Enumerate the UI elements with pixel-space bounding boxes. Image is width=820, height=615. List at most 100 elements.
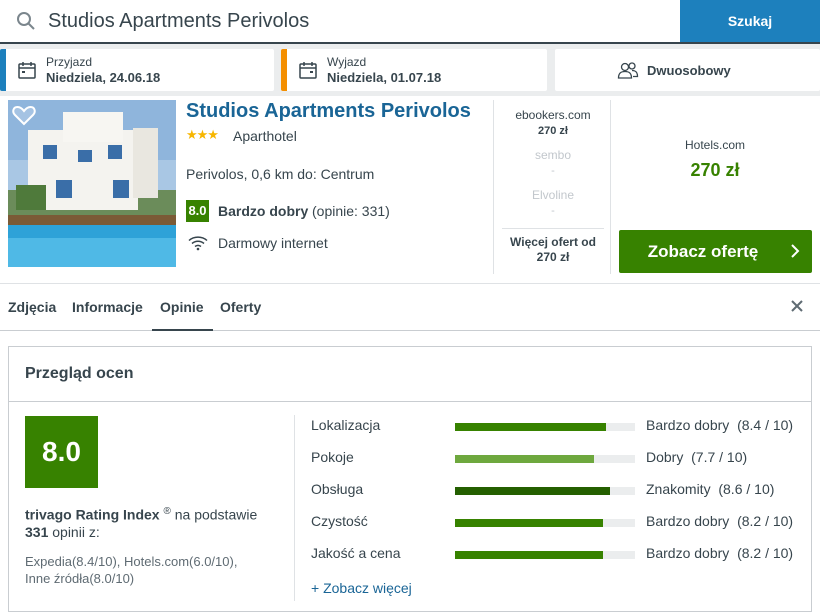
hotel-name[interactable]: Studios Apartments Perivolos	[186, 100, 471, 123]
more-offers-link[interactable]: Więcej ofert od 270 zł	[502, 228, 604, 265]
category-word: Dobry	[646, 449, 684, 465]
category-rating: Bardzo dobry (8.2 / 10)	[646, 513, 793, 529]
category-bar-fill	[455, 455, 594, 463]
offer-item[interactable]: sembo -	[494, 148, 612, 177]
tab-offers[interactable]: Oferty	[220, 299, 261, 315]
tab-reviews[interactable]: Opinie	[160, 299, 204, 315]
offer-site: Elvoline	[531, 188, 575, 202]
index-name: trivago Rating Index	[25, 506, 160, 523]
checkin-value: Niedziela, 24.06.18	[46, 70, 161, 85]
rating-count[interactable]: (opinie: 331)	[312, 203, 390, 219]
category-word: Bardzo dobry	[646, 417, 730, 433]
category-bar	[455, 423, 635, 431]
tab-photos[interactable]: Zdjęcia	[8, 299, 56, 315]
category-bar	[455, 487, 635, 495]
best-deal-price: 270 zł	[690, 160, 740, 180]
view-deal-label: Zobacz ofertę	[647, 242, 759, 261]
room-type-label: Dwuosobowy	[647, 63, 731, 78]
category-rating: Bardzo dobry (8.2 / 10)	[646, 545, 793, 561]
category-row: Czystość Bardzo dobry (8.2 / 10)	[311, 512, 801, 532]
hotel-photo[interactable]	[8, 100, 176, 267]
offer-item[interactable]: ebookers.com 270 zł	[494, 108, 612, 137]
divider	[294, 415, 295, 601]
checkin-label: Przyjazd	[46, 55, 93, 69]
category-name: Czystość	[311, 513, 368, 529]
rating-overview-panel: Przegląd ocen 8.0 trivago Rating Index ®…	[8, 346, 812, 612]
offer-site: ebookers.com	[515, 108, 591, 122]
view-deal-button[interactable]: Zobacz ofertę	[619, 230, 812, 273]
rating-sources: Expedia(8.4/10), Hotels.com(6.0/10), Inn…	[25, 553, 285, 587]
search-bar: Studios Apartments Perivolos Szukaj	[0, 0, 820, 44]
index-count-suffix: opinii z:	[48, 523, 100, 540]
category-row: Jakość a cena Bardzo dobry (8.2 / 10)	[311, 544, 801, 564]
panel-header: Przegląd ocen	[9, 347, 811, 402]
index-count: 331	[25, 523, 49, 540]
more-offers-price: 270 zł	[536, 250, 570, 264]
category-name: Lokalizacja	[311, 417, 381, 433]
category-bar-fill	[455, 551, 603, 559]
checkout-value: Niedziela, 01.07.18	[327, 70, 442, 85]
category-score: (8.6 / 10)	[718, 481, 775, 497]
offer-price: -	[551, 165, 555, 177]
category-bar-fill	[455, 487, 610, 495]
category-bar	[455, 455, 635, 463]
category-rating: Bardzo dobry (8.4 / 10)	[646, 417, 793, 433]
checkout-label: Wyjazd	[327, 55, 367, 69]
index-suffix: na podstawie	[170, 506, 258, 523]
rating-word: Bardzo dobry	[218, 203, 309, 219]
category-bar-fill	[455, 423, 607, 431]
hotel-card: Studios Apartments Perivolos ★★★ Apartho…	[0, 96, 820, 283]
other-offers: ebookers.com 270 zł sembo - Elvoline - W…	[493, 100, 611, 274]
hotel-type: Aparthotel	[233, 128, 297, 144]
hotel-location[interactable]: Perivolos, 0,6 km do: Centrum	[186, 166, 374, 182]
checkin-date[interactable]: Przyjazd Niedziela, 24.06.18	[0, 49, 274, 91]
sources-line: Expedia(8.4/10), Hotels.com(6.0/10),	[25, 554, 238, 569]
category-name: Obsługa	[311, 481, 364, 497]
category-score: (8.2 / 10)	[737, 545, 794, 561]
offer-price: 270 zł	[538, 125, 568, 137]
people-icon	[617, 62, 639, 79]
category-name: Pokoje	[311, 449, 354, 465]
category-score: (7.7 / 10)	[691, 449, 748, 465]
category-bar	[455, 519, 635, 527]
category-word: Bardzo dobry	[646, 513, 730, 529]
search-box[interactable]: Studios Apartments Perivolos	[0, 0, 680, 42]
category-word: Bardzo dobry	[646, 545, 730, 561]
category-row: Pokoje Dobry (7.7 / 10)	[311, 448, 801, 468]
amenity-wifi: Darmowy internet	[218, 235, 328, 251]
category-score: (8.2 / 10)	[737, 513, 794, 529]
category-bar	[455, 551, 635, 559]
offer-item[interactable]: Elvoline -	[494, 188, 612, 217]
calendar-icon	[18, 62, 36, 79]
tab-info[interactable]: Informacje	[72, 299, 143, 315]
category-rating: Dobry (7.7 / 10)	[646, 449, 747, 465]
detail-tabs: Zdjęcia Informacje Opinie Oferty	[0, 283, 820, 331]
chevron-right-icon	[791, 244, 800, 258]
close-icon[interactable]	[790, 299, 804, 313]
search-input[interactable]: Studios Apartments Perivolos	[48, 8, 309, 34]
category-row: Lokalizacja Bardzo dobry (8.4 / 10)	[311, 416, 801, 436]
calendar-icon	[299, 62, 317, 79]
registered-mark: ®	[163, 506, 171, 517]
more-offers-label: Więcej ofert od	[510, 235, 596, 249]
offer-price: -	[551, 205, 555, 217]
star-rating: ★★★	[186, 127, 219, 142]
category-score: (8.4 / 10)	[737, 417, 794, 433]
category-rating: Znakomity (8.6 / 10)	[646, 481, 774, 497]
rating-index-text: trivago Rating Index ® na podstawie 331 …	[25, 503, 285, 541]
best-deal-site: Hotels.com	[684, 138, 746, 152]
panel-title: Przegląd ocen	[25, 365, 134, 382]
category-row: Obsługa Znakomity (8.6 / 10)	[311, 480, 801, 500]
heart-icon[interactable]	[12, 104, 36, 126]
see-more-link[interactable]: + Zobacz więcej	[311, 580, 412, 596]
category-word: Znakomity	[646, 481, 711, 497]
room-type-selector[interactable]: Dwuosobowy	[555, 49, 820, 91]
checkout-date[interactable]: Wyjazd Niedziela, 01.07.18	[281, 49, 547, 91]
offer-site: sembo	[534, 148, 572, 162]
overall-score: 8.0	[25, 416, 98, 488]
search-button[interactable]: Szukaj	[680, 0, 820, 42]
category-bar-fill	[455, 519, 603, 527]
category-name: Jakość a cena	[311, 545, 401, 561]
rating-badge: 8.0	[186, 200, 209, 222]
sources-line: Inne źródła(8.0/10)	[25, 571, 135, 586]
